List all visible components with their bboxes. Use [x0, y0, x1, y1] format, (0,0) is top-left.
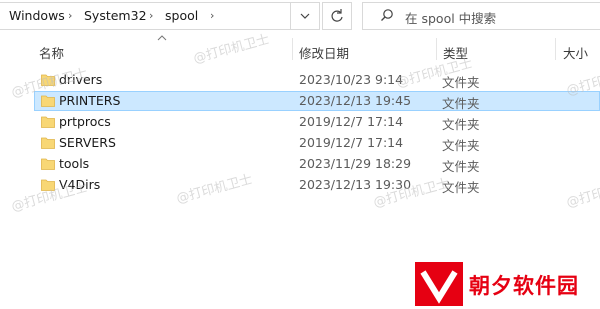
breadcrumb-chevron-icon[interactable]: › — [68, 9, 72, 22]
column-header-date[interactable]: 修改日期 — [299, 43, 349, 62]
search-icon — [381, 9, 393, 21]
folder-modified-date: 2019/12/7 17:14 — [299, 135, 404, 150]
folder-modified-date: 2023/11/29 18:29 — [299, 156, 412, 171]
file-list: 名称 修改日期 类型 大小 drivers 2023/10/23 9:14 文件… — [0, 34, 600, 309]
column-divider[interactable] — [436, 38, 437, 60]
search-input[interactable]: 在 spool 中搜索 — [405, 8, 496, 27]
breadcrumb-chevron-icon[interactable]: › — [149, 9, 153, 22]
folder-type: 文件夹 — [442, 117, 480, 132]
folder-row[interactable]: V4Dirs 2023/12/13 19:30 文件夹 — [34, 175, 600, 195]
folder-modified-date: 2023/12/13 19:30 — [299, 177, 412, 192]
folder-modified-date: 2023/12/13 19:45 — [299, 93, 412, 108]
folder-icon — [41, 158, 55, 170]
folder-type: 文件夹 — [442, 96, 480, 111]
address-history-button[interactable] — [290, 2, 320, 30]
folder-icon — [41, 74, 55, 86]
folder-type: 文件夹 — [442, 180, 480, 195]
folder-row[interactable]: prtprocs 2019/12/7 17:14 文件夹 — [34, 112, 600, 132]
folder-type: 文件夹 — [442, 159, 480, 174]
column-divider[interactable] — [555, 38, 556, 60]
brand-logo-icon — [415, 262, 463, 306]
breadcrumb-spool[interactable]: spool — [165, 8, 198, 23]
toolbar: Windows › System32 › spool › 在 spool 中搜索 — [0, 0, 600, 34]
folder-name: PRINTERS — [59, 93, 121, 108]
search-box[interactable]: 在 spool 中搜索 — [362, 2, 600, 30]
folder-name: drivers — [59, 72, 103, 87]
brand-name: 朝夕软件园 — [469, 274, 579, 298]
folder-icon — [41, 116, 55, 128]
breadcrumb-windows[interactable]: Windows — [9, 8, 65, 23]
folder-row-selected[interactable]: PRINTERS 2023/12/13 19:45 文件夹 — [34, 91, 600, 111]
refresh-button[interactable] — [322, 2, 352, 30]
folder-icon — [41, 179, 55, 191]
breadcrumb-chevron-icon[interactable]: › — [210, 9, 214, 22]
refresh-icon — [331, 9, 343, 22]
folder-icon — [41, 137, 55, 149]
column-header-name[interactable]: 名称 — [39, 43, 64, 62]
folder-type: 文件夹 — [442, 138, 480, 153]
sort-ascending-icon — [157, 35, 167, 41]
folder-name: V4Dirs — [59, 177, 101, 192]
folder-name: tools — [59, 156, 90, 171]
folder-row[interactable]: tools 2023/11/29 18:29 文件夹 — [34, 154, 600, 174]
folder-modified-date: 2023/10/23 9:14 — [299, 72, 404, 87]
breadcrumb-system32[interactable]: System32 — [84, 8, 147, 23]
folder-icon — [41, 95, 55, 107]
folder-row[interactable]: SERVERS 2019/12/7 17:14 文件夹 — [34, 133, 600, 153]
folder-name: SERVERS — [59, 135, 116, 150]
column-header-type[interactable]: 类型 — [443, 43, 468, 62]
chevron-down-icon — [300, 13, 310, 19]
folder-name: prtprocs — [59, 114, 111, 129]
folder-type: 文件夹 — [442, 75, 480, 90]
folder-row[interactable]: drivers 2023/10/23 9:14 文件夹 — [34, 70, 600, 90]
address-bar[interactable]: Windows › System32 › spool › — [0, 2, 320, 30]
column-divider[interactable] — [292, 38, 293, 60]
column-header-size[interactable]: 大小 — [563, 43, 588, 62]
folder-modified-date: 2019/12/7 17:14 — [299, 114, 404, 129]
